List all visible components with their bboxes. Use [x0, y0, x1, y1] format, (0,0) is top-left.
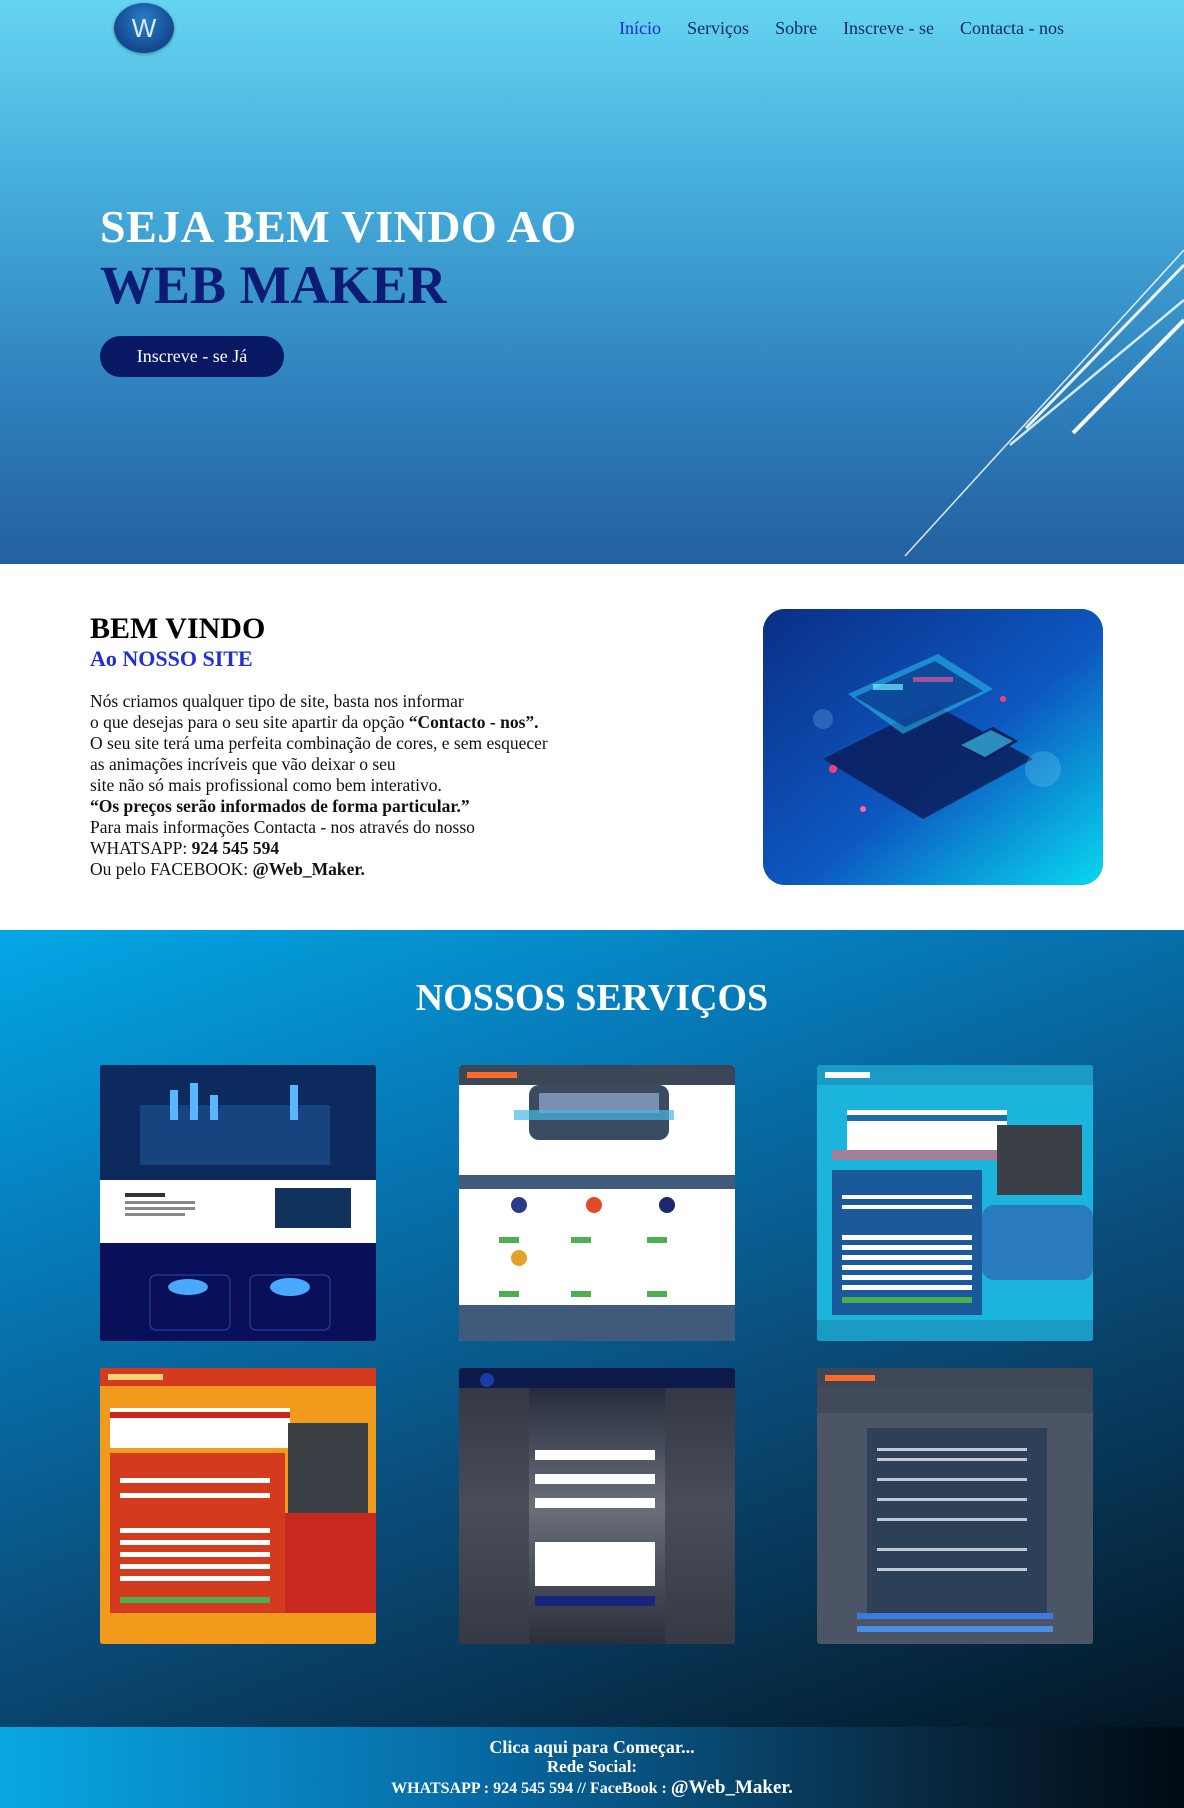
welcome-line: as animações incríveis que vão deixar o …: [90, 754, 396, 774]
service-card-5[interactable]: [459, 1368, 735, 1644]
welcome-line: WHATSAPP: 924 545 594: [90, 838, 280, 858]
service-card-4[interactable]: [100, 1368, 376, 1644]
welcome-line: o que desejas para o seu site apartir da…: [90, 712, 539, 732]
welcome-line: Nós criamos qualquer tipo de site, basta…: [90, 691, 464, 711]
footer-social-label: Rede Social:: [546, 1757, 638, 1776]
welcome-line: O seu site terá uma perfeita combinação …: [90, 733, 548, 753]
nav-sobre[interactable]: Sobre: [775, 18, 817, 39]
welcome-text: Nós criamos qualquer tipo de site, basta…: [90, 691, 548, 880]
logo-letter: W: [131, 13, 157, 43]
logo[interactable]: W: [114, 3, 174, 53]
service-card-2[interactable]: [459, 1065, 735, 1341]
nav-inscreve[interactable]: Inscreve - se: [843, 18, 934, 39]
welcome-line: Para mais informações Contacta - nos atr…: [90, 817, 475, 837]
signup-button[interactable]: Inscreve - se Já: [100, 336, 284, 377]
top-nav: Início Serviços Sobre Inscreve - se Cont…: [619, 18, 1064, 39]
footer-contact: WHATSAPP : 924 545 594 // FaceBook : @We…: [0, 1777, 1184, 1799]
footer-start-link[interactable]: Clica aqui para Começar...: [0, 1737, 1184, 1758]
welcome-line: Ou pelo FACEBOOK: @Web_Maker.: [90, 859, 365, 879]
welcome-line: “Os preços serão informados de forma par…: [90, 796, 470, 816]
service-card-1[interactable]: [100, 1065, 376, 1341]
hero-title-line1: SEJA BEM VINDO AO: [100, 201, 577, 252]
tech-illustration-image: [763, 609, 1103, 885]
welcome-title: BEM VINDO: [90, 612, 266, 645]
footer-facebook-handle[interactable]: @Web_Maker.: [671, 1777, 793, 1798]
services-title: NOSSOS SERVIÇOS: [415, 977, 769, 1019]
nav-contacta[interactable]: Contacta - nos: [960, 18, 1064, 39]
nav-servicos[interactable]: Serviços: [687, 18, 749, 39]
footer-contact-prefix: WHATSAPP : 924 545 594 // FaceBook :: [391, 1780, 671, 1797]
nav-inicio[interactable]: Início: [619, 18, 661, 39]
welcome-subtitle: Ao NOSSO SITE: [90, 646, 253, 671]
service-card-3[interactable]: [817, 1065, 1093, 1341]
hero-section: W Início Serviços Sobre Inscreve - se Co…: [0, 0, 1184, 564]
hero-title-line2: WEB MAKER: [100, 255, 447, 315]
service-card-6[interactable]: [817, 1368, 1093, 1644]
welcome-line: site não só mais profissional como bem i…: [90, 775, 442, 795]
